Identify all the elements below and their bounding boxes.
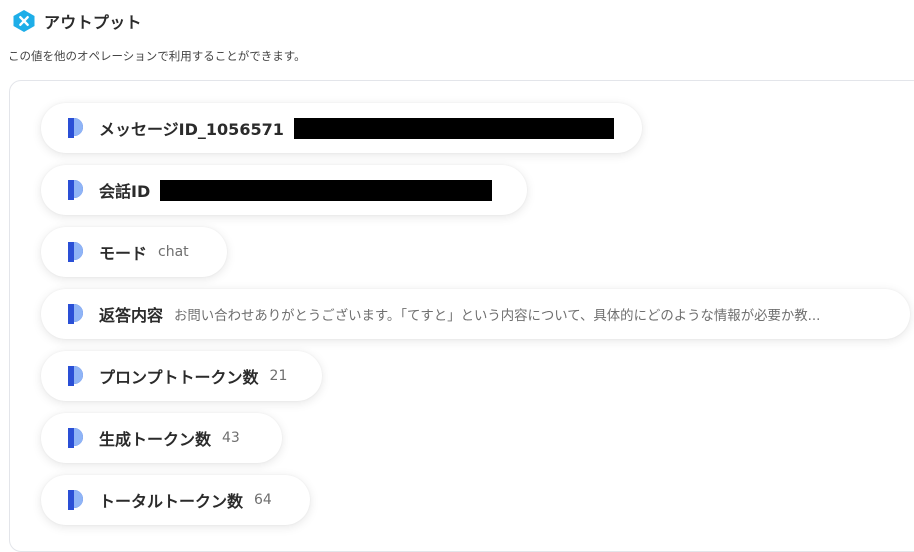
output-variable-icon	[68, 180, 83, 200]
output-item-label: トータルトークン数	[99, 492, 244, 511]
output-item-total-tokens[interactable]: トータルトークン数 64	[41, 475, 310, 525]
redacted-value	[293, 117, 614, 139]
output-item-value: 64	[254, 492, 272, 508]
output-item-label: 生成トークン数	[99, 430, 212, 449]
output-variable-icon	[68, 242, 83, 262]
output-item-mode[interactable]: モード chat	[41, 227, 227, 277]
output-header: アウトプット	[12, 9, 142, 33]
redacted-value	[160, 179, 493, 201]
output-item-value: chat	[158, 244, 189, 260]
output-item-response[interactable]: 返答内容 お問い合わせありがとうございます。「てすと」という内容について、具体的…	[41, 289, 910, 339]
output-variable-icon	[68, 428, 83, 448]
output-item-value: お問い合わせありがとうございます。「てすと」という内容について、具体的にどのよう…	[174, 309, 821, 324]
output-item-value: 21	[269, 368, 288, 384]
page-title: アウトプット	[44, 13, 142, 32]
page-subtitle: この値を他のオペレーションで利用することができます。	[8, 49, 306, 63]
output-variable-icon	[68, 366, 83, 386]
output-item-label: メッセージID_1056571	[99, 120, 284, 139]
yoom-logo-icon	[13, 10, 35, 32]
output-item-label: モード	[99, 244, 148, 263]
output-variable-icon	[68, 118, 83, 138]
output-item-label: 会話ID	[99, 182, 151, 201]
output-item-value: 43	[222, 430, 240, 446]
output-item-label: 返答内容	[99, 306, 164, 325]
output-item-message-id[interactable]: メッセージID_1056571	[41, 103, 642, 153]
output-item-completion-tokens[interactable]: 生成トークン数 43	[41, 413, 282, 463]
output-item-label: プロンプトトークン数	[99, 368, 259, 387]
output-variable-icon	[68, 304, 83, 324]
output-variable-icon	[68, 490, 83, 510]
output-item-prompt-tokens[interactable]: プロンプトトークン数 21	[41, 351, 322, 401]
output-item-conversation-id[interactable]: 会話ID	[41, 165, 527, 215]
